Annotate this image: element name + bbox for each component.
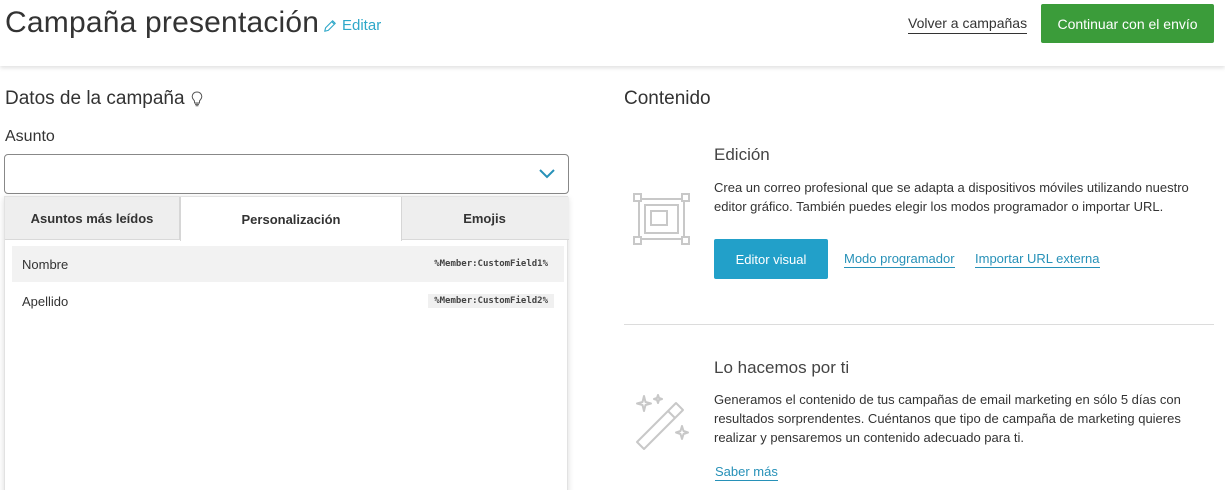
field-code: %Member:CustomField2% xyxy=(428,294,554,308)
subject-input[interactable] xyxy=(4,154,569,194)
lightbulb-icon[interactable] xyxy=(191,91,203,107)
pencil-icon xyxy=(324,19,336,32)
learn-more-link[interactable]: Saber más xyxy=(715,464,778,481)
back-to-campaigns-link[interactable]: Volver a campañas xyxy=(908,15,1028,34)
subject-label: Asunto xyxy=(5,128,55,145)
continue-sending-button[interactable]: Continuar con el envío xyxy=(1041,4,1214,43)
campaign-data-heading: Datos de la campaña xyxy=(5,88,203,110)
field-code: %Member:CustomField1% xyxy=(434,259,548,269)
campaign-data-title: Datos de la campaña xyxy=(5,88,185,109)
page-header: Campaña presentación Editar Volver a cam… xyxy=(0,0,1225,66)
page-title: Campaña presentación xyxy=(5,6,320,39)
edit-title-link[interactable]: Editar xyxy=(323,17,381,34)
field-name: Nombre xyxy=(22,256,69,272)
edition-description: Crea un correo profesional que se adapta… xyxy=(714,180,1189,214)
editor-layout-icon xyxy=(633,193,690,245)
tab-most-read-subjects[interactable]: Asuntos más leídos xyxy=(5,197,180,240)
done-for-you-title: Lo hacemos por ti xyxy=(714,358,850,377)
done-for-you-description: Generamos el contenido de tus campañas d… xyxy=(714,392,1181,445)
content-heading: Contenido xyxy=(624,88,711,109)
list-item[interactable]: Nombre %Member:CustomField1% xyxy=(12,246,564,282)
chevron-down-icon[interactable] xyxy=(538,168,556,180)
content-divider xyxy=(624,324,1214,325)
import-url-link[interactable]: Importar URL externa xyxy=(975,251,1100,268)
list-item[interactable]: Apellido %Member:CustomField2% xyxy=(12,283,564,319)
visual-editor-button[interactable]: Editor visual xyxy=(714,239,828,279)
magic-wand-icon xyxy=(636,394,689,450)
tab-emojis[interactable]: Emojis xyxy=(402,197,567,240)
tab-personalization[interactable]: Personalización xyxy=(180,197,402,241)
personalization-dropdown: Asuntos más leídos Personalización Emoji… xyxy=(4,196,569,490)
dropdown-tabs: Asuntos más leídos Personalización Emoji… xyxy=(5,197,569,241)
edition-title: Edición xyxy=(714,145,770,164)
programmer-mode-link[interactable]: Modo programador xyxy=(844,251,955,268)
edit-label: Editar xyxy=(342,17,382,34)
field-name: Apellido xyxy=(22,293,69,309)
personalization-list: Nombre %Member:CustomField1% Apellido %M… xyxy=(12,246,564,320)
